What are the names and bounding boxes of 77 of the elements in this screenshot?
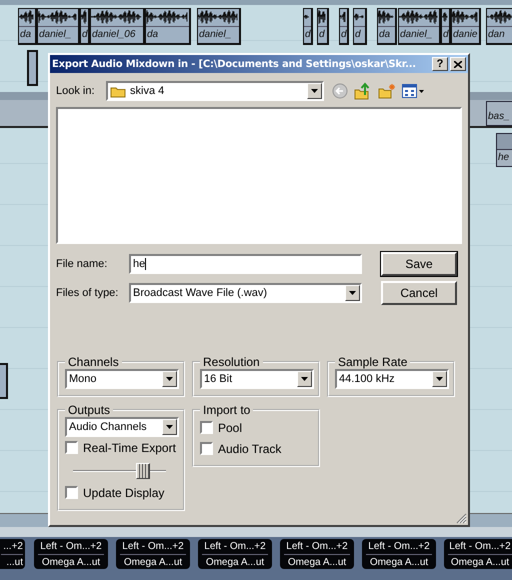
- dropdown[interactable]: 44.100 kHz: [335, 369, 449, 389]
- clip-label: d: [340, 28, 347, 42]
- clip-label: dan: [487, 28, 506, 42]
- routing-label[interactable]: ...+2: [3, 540, 23, 552]
- view-menu-icon: [402, 84, 424, 98]
- clip-label: daniel_: [198, 28, 232, 42]
- clip-label: d: [318, 28, 326, 42]
- routing-label[interactable]: Omega A...ut: [42, 556, 100, 568]
- dropdown[interactable]: skiva 4: [106, 80, 324, 100]
- routing-label[interactable]: ...ut: [6, 556, 23, 568]
- checkbox[interactable]: [65, 486, 78, 499]
- routing-label[interactable]: Omega A...ut: [206, 556, 264, 568]
- checkbox[interactable]: [200, 442, 213, 455]
- routing-label[interactable]: Omega A...ut: [288, 556, 346, 568]
- group-title: Import to: [202, 403, 252, 417]
- group-title: Channels: [67, 355, 120, 369]
- caret-icon: [436, 377, 443, 381]
- clip-label: da: [146, 28, 160, 42]
- close-button[interactable]: [450, 57, 466, 71]
- routing-label[interactable]: Left - Om...+2: [286, 540, 348, 552]
- help-button[interactable]: ?: [432, 57, 448, 71]
- dropdown[interactable]: Audio Channels: [65, 417, 179, 437]
- dropdown[interactable]: Broadcast Wave File (.wav): [129, 283, 362, 303]
- checkbox[interactable]: [65, 441, 78, 454]
- slider-thumb[interactable]: [136, 463, 150, 479]
- back-button[interactable]: [332, 82, 348, 98]
- checkbox-label[interactable]: Real-Time Export: [83, 440, 176, 454]
- folder-up-icon: [354, 82, 372, 100]
- clip-label: bas_: [487, 110, 511, 124]
- caret-icon: [301, 377, 308, 381]
- view-menu-button[interactable]: [402, 84, 424, 98]
- routing-label[interactable]: Left - Om...+2: [368, 540, 430, 552]
- clip-label: danie: [452, 28, 478, 42]
- clip-label: da: [19, 28, 32, 42]
- caret-icon: [166, 425, 173, 429]
- group-title: Sample Rate: [337, 355, 408, 369]
- dropdown[interactable]: 16 Bit: [200, 369, 314, 389]
- file-name-field[interactable]: he: [129, 254, 362, 274]
- clip-label: he: [497, 151, 510, 165]
- new-folder-button[interactable]: [378, 82, 396, 98]
- dropdown[interactable]: Mono: [65, 369, 179, 389]
- save-button[interactable]: Save: [381, 252, 457, 276]
- checkbox[interactable]: [200, 421, 213, 434]
- field-label: Files of type:: [56, 287, 120, 299]
- clip-label: d: [354, 28, 362, 42]
- close-icon: [454, 60, 462, 68]
- clip-label: daniel_06: [91, 28, 136, 42]
- routing-label[interactable]: Left - Om...+2: [122, 540, 184, 552]
- up-folder-button[interactable]: [354, 82, 372, 100]
- cancel-button[interactable]: Cancel: [381, 281, 457, 305]
- clip-label: daniel_: [399, 28, 434, 42]
- field-label: Look in:: [56, 84, 96, 96]
- routing-label[interactable]: Left - Om...+2: [204, 540, 266, 552]
- clip-label: daniel_: [38, 28, 72, 42]
- audio-clip: [27, 50, 38, 86]
- clip-label: d: [442, 28, 449, 42]
- group-title: Resolution: [202, 355, 261, 369]
- clip-label: d: [81, 28, 88, 42]
- routing-label[interactable]: Omega A...ut: [450, 556, 510, 568]
- caret-icon: [166, 377, 173, 381]
- checkbox-label[interactable]: Update Display: [83, 486, 164, 500]
- resize-grip-icon: [456, 513, 467, 524]
- routing-label[interactable]: Omega A...ut: [370, 556, 428, 568]
- audio-clip: [0, 363, 8, 399]
- routing-label[interactable]: Left - Om...+2: [40, 540, 102, 552]
- routing-label[interactable]: Omega A...ut: [124, 556, 182, 568]
- new-folder-icon: [378, 82, 396, 98]
- clip-label: da: [378, 28, 392, 42]
- window-title: Export Audio Mixdown in - [C:\Documents and Settings\oskar\Skr...: [52, 58, 417, 70]
- clip-label: d: [304, 28, 311, 42]
- caret-icon: [349, 291, 356, 295]
- group-title: Outputs: [67, 403, 112, 417]
- checkbox-label[interactable]: Audio Track: [218, 442, 282, 456]
- checkbox-label[interactable]: Pool: [218, 420, 242, 434]
- clip-waveform: [497, 134, 512, 150]
- routing-label[interactable]: Left - Om...+2: [449, 540, 511, 552]
- field-label: File name:: [56, 258, 108, 270]
